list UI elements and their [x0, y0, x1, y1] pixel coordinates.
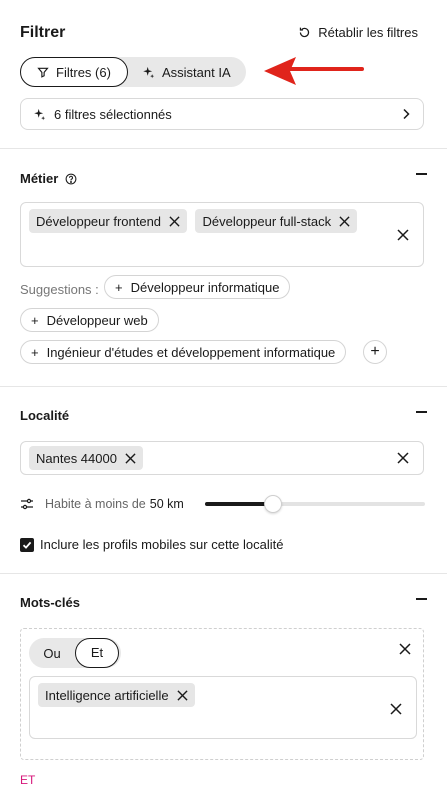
localite-section-title: Localité [20, 408, 69, 423]
radius-label: Habite à moins de [45, 497, 146, 511]
remove-keyword-group-icon[interactable] [399, 643, 411, 655]
metier-collapse-button[interactable] [416, 173, 427, 175]
radius-slider-fill [205, 502, 274, 506]
minus-icon [416, 411, 427, 413]
mobile-profiles-checkbox[interactable] [20, 537, 34, 552]
metier-tag-input[interactable]: Développeur frontend Développeur full-st… [20, 202, 424, 267]
plus-icon: + [370, 343, 380, 360]
clear-localite-icon[interactable] [397, 452, 409, 464]
filters-tab-label: Filtres (6) [56, 64, 111, 80]
selected-filters-summary[interactable]: 6 filtres sélectionnés [20, 98, 424, 130]
chevron-right-icon [403, 108, 410, 120]
radius-value: 50 km [149, 497, 184, 511]
ai-assistant-tab[interactable]: Assistant IA [128, 57, 245, 87]
localite-tag-label: Nantes 44000 [36, 450, 117, 466]
filter-header: Filtrer Rétablir les filtres [20, 24, 418, 44]
keyword-group: Ou Et Intelligence artificielle [20, 628, 424, 760]
suggestion-pill[interactable]: + Développeur web [20, 308, 159, 332]
radius-row: Habite à moins de 50 km [20, 495, 425, 513]
localite-collapse-button[interactable] [416, 411, 427, 413]
help-icon[interactable] [65, 173, 77, 185]
localite-tag-input[interactable]: Nantes 44000 [20, 441, 424, 475]
page-title: Filtrer [20, 24, 66, 41]
plus-icon: + [31, 312, 39, 328]
mode-switch: Filtres (6) Assistant IA [20, 57, 246, 87]
section-divider [0, 573, 447, 574]
minus-icon [416, 173, 427, 175]
add-and-group-link[interactable]: ET [20, 773, 35, 787]
metier-tag-label: Développeur full-stack [202, 213, 332, 229]
metier-section-title: Métier [20, 171, 77, 186]
keyword-tag-label: Intelligence artificielle [45, 687, 169, 703]
check-icon [22, 541, 32, 549]
mots-cles-title-label: Mots-clés [20, 595, 80, 610]
operator-and-option[interactable]: Et [75, 638, 119, 668]
remove-tag-icon[interactable] [177, 689, 188, 701]
localite-tag: Nantes 44000 [29, 446, 143, 470]
more-suggestions-button[interactable]: + [363, 340, 387, 364]
radius-slider-handle[interactable] [264, 495, 283, 513]
keyword-operator-toggle: Ou Et [29, 638, 121, 668]
reset-icon [300, 27, 310, 38]
remove-tag-icon[interactable] [169, 215, 180, 227]
metier-tag: Développeur frontend [29, 209, 188, 233]
section-divider [0, 148, 447, 149]
mobile-profiles-label: Inclure les profils mobiles sur cette lo… [40, 537, 284, 552]
metier-tag-label: Développeur frontend [36, 213, 162, 229]
keyword-tag: Intelligence artificielle [38, 683, 195, 707]
sliders-icon [21, 498, 33, 510]
plus-icon: + [115, 279, 123, 295]
localite-title-label: Localité [20, 408, 70, 423]
reset-filters-button[interactable]: Rétablir les filtres [298, 25, 418, 40]
sparkle-icon [34, 108, 46, 120]
radius-slider[interactable] [205, 495, 425, 513]
clear-metier-icon[interactable] [397, 229, 409, 241]
mots-cles-section-title: Mots-clés [20, 595, 80, 610]
ai-assistant-tab-label: Assistant IA [162, 64, 231, 80]
suggestions-label: Suggestions : [20, 282, 99, 297]
mots-cles-collapse-button[interactable] [416, 598, 427, 600]
sparkle-icon [143, 66, 155, 78]
suggestion-label: Développeur web [46, 312, 148, 328]
filters-tab[interactable]: Filtres (6) [20, 57, 128, 87]
filter-funnel-icon [37, 67, 49, 78]
reset-filters-label: Rétablir les filtres [318, 25, 418, 40]
remove-tag-icon[interactable] [125, 452, 136, 464]
minus-icon [416, 598, 427, 600]
suggestion-label: Ingénieur d'études et développement info… [46, 344, 336, 360]
plus-icon: + [31, 344, 39, 360]
selected-filters-label: 6 filtres sélectionnés [54, 106, 172, 122]
clear-keywords-icon[interactable] [390, 703, 402, 715]
suggestion-pill[interactable]: + Ingénieur d'études et développement in… [20, 340, 347, 364]
suggestion-pill[interactable]: + Développeur informatique [104, 275, 291, 299]
metier-title-label: Métier [20, 171, 59, 186]
section-divider [0, 386, 447, 387]
metier-tag: Développeur full-stack [195, 209, 358, 233]
annotation-arrow-icon [264, 57, 364, 85]
operator-or-option[interactable]: Ou [29, 646, 75, 661]
remove-tag-icon[interactable] [339, 215, 350, 227]
mobile-profiles-option[interactable]: Inclure les profils mobiles sur cette lo… [20, 537, 284, 552]
suggestion-label: Développeur informatique [130, 279, 280, 295]
keyword-tag-input[interactable]: Intelligence artificielle [29, 676, 417, 739]
